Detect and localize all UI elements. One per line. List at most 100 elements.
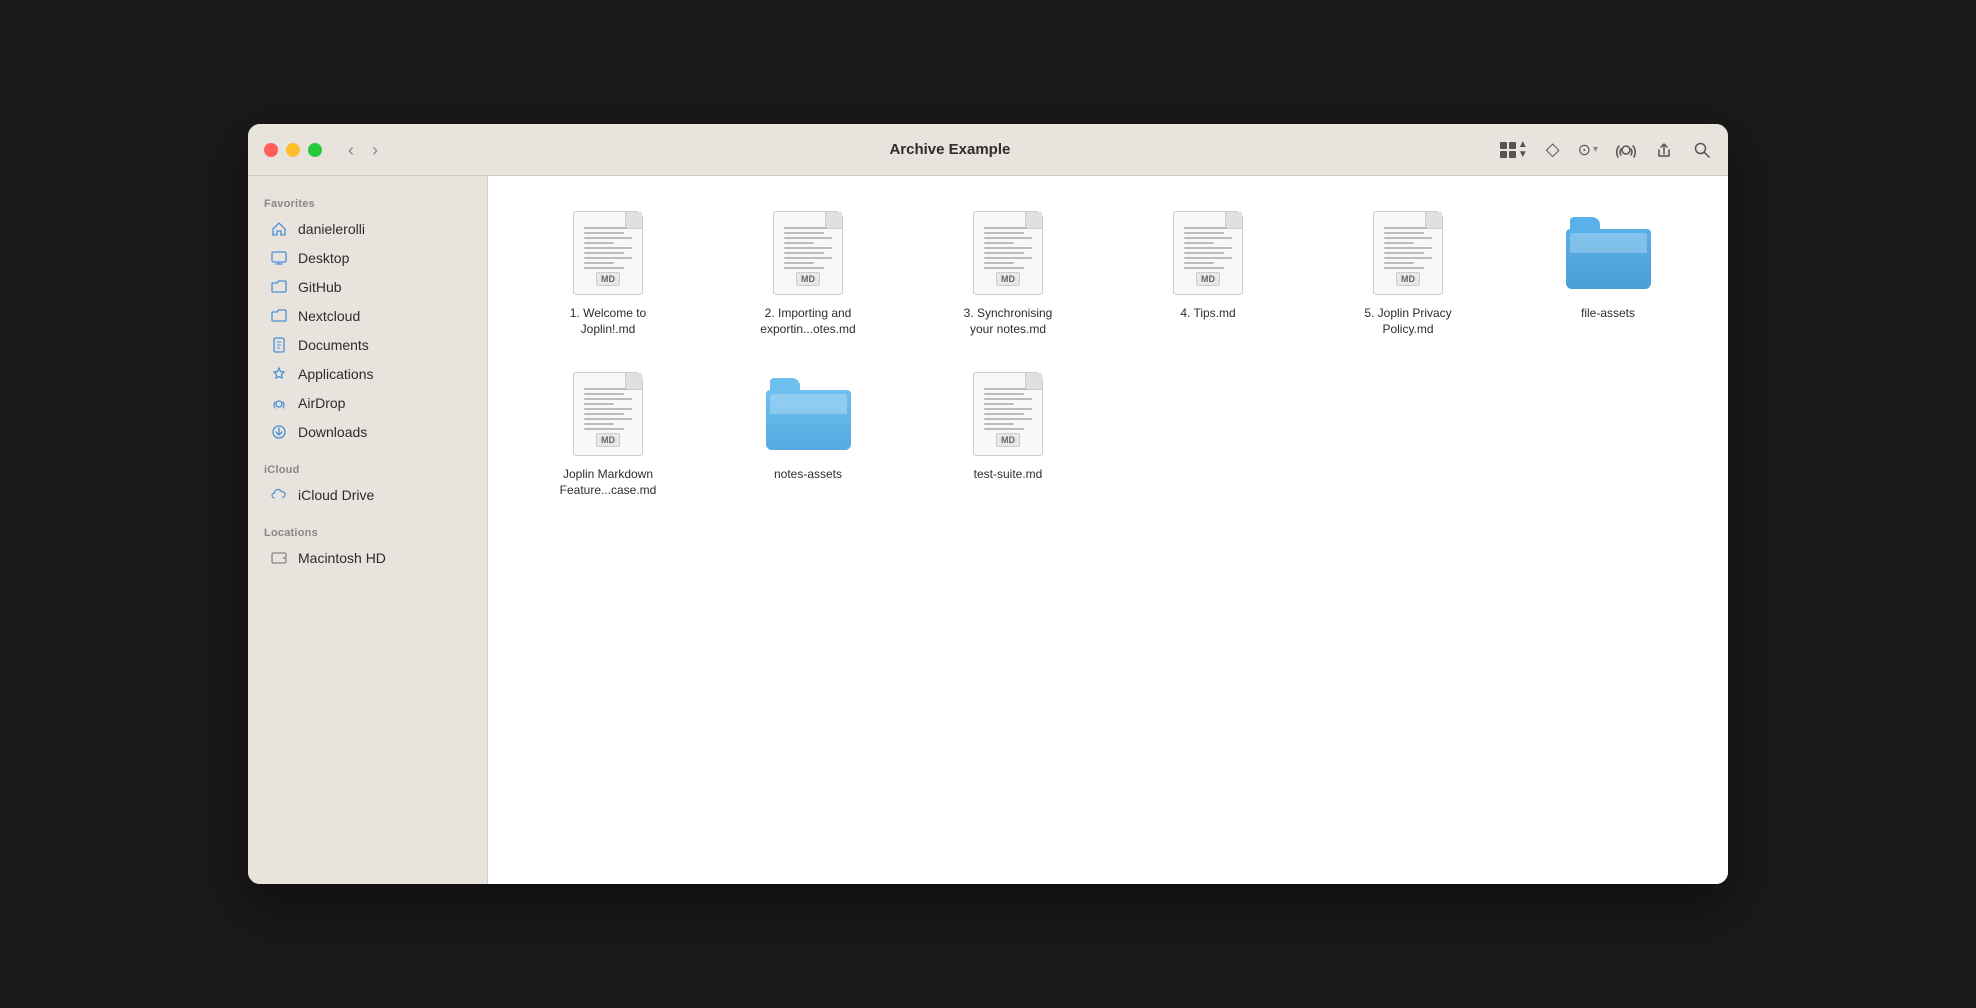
sidebar-label-icloud-drive: iCloud Drive [298,487,374,503]
file-item-6[interactable]: MD Joplin Markdown Feature...case.md [512,361,704,506]
folder-shape-7 [766,378,851,450]
sidebar: Favorites danielerolli Deskto [248,176,488,884]
sidebar-label-desktop: Desktop [298,250,349,266]
sidebar-label-airdrop: AirDrop [298,395,345,411]
finder-window: ‹ › Archive Example ▲▼ ◇ ⊙ ▾ [248,124,1728,884]
md-badge-8: MD [996,433,1020,447]
file-icon-3: MD [1168,208,1248,298]
favorites-section-title: Favorites [248,192,487,214]
file-item-3[interactable]: MD 4. Tips.md [1112,200,1304,330]
file-lines-0 [584,224,632,272]
close-button[interactable] [264,143,278,157]
file-name-3: 4. Tips.md [1180,306,1235,322]
nav-buttons: ‹ › [342,137,384,163]
sidebar-label-documents: Documents [298,337,369,353]
file-icon-0: MD [568,208,648,298]
file-name-8: test-suite.md [974,467,1043,483]
md-badge-2: MD [996,272,1020,286]
md-file-shape-4: MD [1373,211,1443,295]
toolbar-right: ▲▼ ◇ ⊙ ▾ [1500,139,1712,160]
file-name-7: notes-assets [774,467,842,483]
main-content: Favorites danielerolli Deskto [248,176,1728,884]
applications-icon [270,365,288,383]
sidebar-item-downloads[interactable]: Downloads [254,418,481,446]
icloud-section-title: iCloud [248,458,487,480]
file-item-4[interactable]: MD 5. Joplin Privacy Policy.md [1312,200,1504,345]
sidebar-item-airdrop[interactable]: AirDrop [254,389,481,417]
sidebar-label-github: GitHub [298,279,342,295]
sidebar-label-nextcloud: Nextcloud [298,308,360,324]
file-name-2: 3. Synchronising your notes.md [953,306,1063,337]
md-badge-1: MD [796,272,820,286]
md-file-shape-2: MD [973,211,1043,295]
sidebar-label-applications: Applications [298,366,374,382]
sidebar-item-desktop[interactable]: Desktop [254,244,481,272]
grid-view-icon [1500,142,1516,158]
file-icon-6: MD [568,369,648,459]
traffic-lights [264,143,322,157]
file-grid: MD 1. Welcome to Joplin!.md [512,200,1704,506]
md-badge-3: MD [1196,272,1220,286]
sidebar-item-macintosh-hd[interactable]: Macintosh HD [254,544,481,572]
file-item-5[interactable]: file-assets [1512,200,1704,330]
icloud-icon [270,486,288,504]
folder-icon-github [270,278,288,296]
file-icon-4: MD [1368,208,1448,298]
file-item-8[interactable]: MD test-suite.md [912,361,1104,491]
folder-sheen-5 [1570,233,1647,253]
file-name-5: file-assets [1581,306,1635,322]
folder-shape-5 [1566,217,1651,289]
tag-icon[interactable]: ◇ [1546,139,1560,160]
window-title: Archive Example [400,141,1500,158]
search-icon[interactable] [1692,140,1712,160]
sidebar-item-documents[interactable]: Documents [254,331,481,359]
view-chevron-icon: ▲▼ [1518,140,1528,160]
sidebar-item-icloud-drive[interactable]: iCloud Drive [254,481,481,509]
forward-button[interactable]: › [366,137,384,163]
maximize-button[interactable] [308,143,322,157]
file-item-1[interactable]: MD 2. Importing and exportin...otes.md [712,200,904,345]
file-icon-7 [763,369,853,459]
minimize-button[interactable] [286,143,300,157]
file-icon-1: MD [768,208,848,298]
documents-icon [270,336,288,354]
md-badge-4: MD [1396,272,1420,286]
share-icon[interactable] [1654,140,1674,160]
downloads-icon [270,423,288,441]
sidebar-item-github[interactable]: GitHub [254,273,481,301]
airdrop-sidebar-icon [270,394,288,412]
sidebar-item-applications[interactable]: Applications [254,360,481,388]
airdrop-icon[interactable] [1616,140,1636,160]
folder-body-5 [1566,229,1651,289]
file-lines-4 [1384,224,1432,272]
md-badge-6: MD [596,433,620,447]
sidebar-item-danielerolli[interactable]: danielerolli [254,215,481,243]
file-lines-3 [1184,224,1232,272]
desktop-icon [270,249,288,267]
sidebar-item-nextcloud[interactable]: Nextcloud [254,302,481,330]
file-lines-2 [984,224,1032,272]
more-button[interactable]: ⊙ ▾ [1578,140,1598,160]
titlebar: ‹ › Archive Example ▲▼ ◇ ⊙ ▾ [248,124,1728,176]
back-button[interactable]: ‹ [342,137,360,163]
view-toggle[interactable]: ▲▼ [1500,140,1528,160]
file-name-4: 5. Joplin Privacy Policy.md [1353,306,1463,337]
file-icon-2: MD [968,208,1048,298]
file-item-7[interactable]: notes-assets [712,361,904,491]
sidebar-label-downloads: Downloads [298,424,367,440]
folder-sheen-7 [770,394,847,414]
file-area: MD 1. Welcome to Joplin!.md [488,176,1728,884]
md-file-shape-6: MD [573,372,643,456]
sidebar-label-danielerolli: danielerolli [298,221,365,237]
file-lines-6 [584,385,632,433]
file-icon-5 [1563,208,1653,298]
folder-body-7 [766,390,851,450]
md-file-shape-1: MD [773,211,843,295]
file-item-0[interactable]: MD 1. Welcome to Joplin!.md [512,200,704,345]
file-name-0: 1. Welcome to Joplin!.md [553,306,663,337]
sidebar-label-macintosh-hd: Macintosh HD [298,550,386,566]
file-item-2[interactable]: MD 3. Synchronising your notes.md [912,200,1104,345]
md-file-shape-8: MD [973,372,1043,456]
locations-section-title: Locations [248,521,487,543]
md-file-shape-0: MD [573,211,643,295]
